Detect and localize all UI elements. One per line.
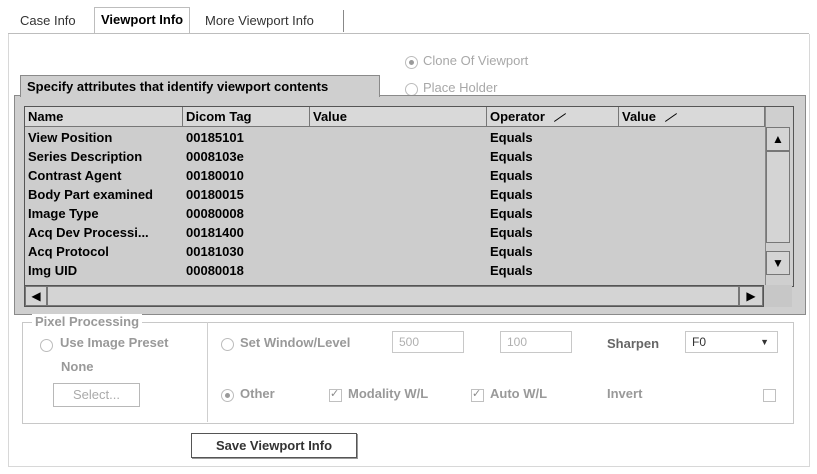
row-name-cell: Image Type <box>28 206 99 221</box>
level-input[interactable]: 100 <box>500 331 572 353</box>
column-header-name[interactable]: Name <box>25 107 183 127</box>
row-name-cell: View Position <box>28 130 113 145</box>
row-value-2-cell <box>622 185 762 204</box>
row-dicom-tag-cell: 00185101 <box>186 130 244 145</box>
row-value-cell <box>313 147 485 166</box>
auto-wl-label: Auto W/L <box>490 386 548 401</box>
row-name-cell: Body Part examined <box>28 187 153 202</box>
sharpen-label: Sharpen <box>607 336 660 351</box>
column-header-value-2-label: Value <box>622 109 656 124</box>
row-value-cell <box>313 166 485 185</box>
sharpen-select-value: F0 <box>692 335 707 349</box>
place-holder-label: Place Holder <box>423 80 498 95</box>
table-row[interactable]: View Position 00185101 Equals <box>25 128 765 147</box>
other-radio[interactable] <box>221 389 234 402</box>
scroll-left-arrow-icon[interactable]: ◀ <box>25 286 47 306</box>
row-name-cell: Acq Protocol <box>28 244 109 259</box>
row-name-cell: Series Description <box>28 149 143 164</box>
preset-value: None <box>61 359 94 374</box>
row-value-cell <box>313 261 485 280</box>
tab-viewport-info[interactable]: Viewport Info <box>94 7 191 34</box>
tab-divider <box>343 10 344 32</box>
row-operator-cell: Equals <box>490 149 533 164</box>
use-image-preset-label: Use Image Preset <box>60 335 169 350</box>
vertical-scroll-thumb[interactable] <box>766 151 790 243</box>
chevron-down-icon: ▼ <box>760 337 769 347</box>
row-dicom-tag-cell: 0008103e <box>186 149 244 164</box>
attributes-group-title: Specify attributes that identify viewpor… <box>20 75 380 97</box>
row-dicom-tag-cell: 00180010 <box>186 168 244 183</box>
column-header-value-2[interactable]: Value <box>619 107 765 127</box>
select-preset-button[interactable]: Select... <box>53 383 140 407</box>
row-value-2-cell <box>622 166 762 185</box>
modality-wl-checkbox[interactable] <box>329 387 342 402</box>
row-name-cell: Contrast Agent <box>28 168 122 183</box>
table-row[interactable]: Image Type 00080008 Equals <box>25 204 765 223</box>
set-window-level-radio[interactable] <box>221 338 234 351</box>
row-dicom-tag-cell: 00080018 <box>186 263 244 278</box>
row-operator-cell: Equals <box>490 168 533 183</box>
table-row[interactable]: Acq Protocol 00181030 Equals <box>25 242 765 261</box>
other-label: Other <box>240 386 275 401</box>
table-row[interactable]: Contrast Agent 00180010 Equals <box>25 166 765 185</box>
horizontal-scroll-thumb[interactable] <box>47 286 739 306</box>
save-viewport-info-button[interactable]: Save Viewport Info <box>191 433 357 458</box>
row-operator-cell: Equals <box>490 130 533 145</box>
table-row[interactable]: Series Description 0008103e Equals <box>25 147 765 166</box>
row-value-2-cell <box>622 261 762 280</box>
row-dicom-tag-cell: 00080008 <box>186 206 244 221</box>
row-value-2-cell <box>622 128 762 147</box>
modality-wl-label: Modality W/L <box>348 386 429 401</box>
row-value-cell <box>313 185 485 204</box>
row-operator-cell: Equals <box>490 263 533 278</box>
clone-of-viewport-label: Clone Of Viewport <box>423 53 529 68</box>
row-name-cell: Acq Dev Processi... <box>28 225 149 240</box>
use-image-preset-radio[interactable] <box>40 339 53 352</box>
row-value-2-cell <box>622 147 762 166</box>
column-header-operator-label: Operator <box>490 109 545 124</box>
table-row[interactable]: Img UID 00080018 Equals <box>25 261 765 280</box>
column-header-operator[interactable]: Operator <box>487 107 619 127</box>
row-value-2-cell <box>622 242 762 261</box>
pixel-processing-divider <box>207 322 208 422</box>
invert-label: Invert <box>607 386 643 401</box>
row-value-cell <box>313 223 485 242</box>
scroll-down-arrow-icon[interactable]: ▼ <box>766 251 790 275</box>
auto-wl-checkbox[interactable] <box>471 387 484 402</box>
edit-pencil-icon <box>553 113 566 122</box>
sharpen-select[interactable]: F0 ▼ <box>685 331 778 353</box>
scroll-up-arrow-icon[interactable]: ▲ <box>766 127 790 151</box>
row-value-cell <box>313 204 485 223</box>
row-operator-cell: Equals <box>490 244 533 259</box>
horizontal-scrollbar[interactable]: ◀ ▶ <box>24 285 764 307</box>
column-header-value[interactable]: Value <box>310 107 487 127</box>
window-input[interactable]: 500 <box>392 331 464 353</box>
scroll-corner <box>764 285 792 307</box>
column-header-dicom-tag[interactable]: Dicom Tag <box>183 107 310 127</box>
row-value-cell <box>313 242 485 261</box>
row-value-2-cell <box>622 204 762 223</box>
edit-pencil-icon <box>664 113 677 122</box>
pixel-processing-title: Pixel Processing <box>32 314 143 329</box>
row-dicom-tag-cell: 00181030 <box>186 244 244 259</box>
row-operator-cell: Equals <box>490 187 533 202</box>
tab-case-info[interactable]: Case Info <box>14 10 82 32</box>
row-value-cell <box>313 128 485 147</box>
row-operator-cell: Equals <box>490 206 533 221</box>
row-operator-cell: Equals <box>490 225 533 240</box>
row-value-2-cell <box>622 223 762 242</box>
vertical-scrollbar[interactable]: ▲ ▼ <box>765 107 792 286</box>
set-window-level-label: Set Window/Level <box>240 335 351 350</box>
clone-of-viewport-radio[interactable] <box>405 56 418 69</box>
table-row[interactable]: Acq Dev Processi... 00181400 Equals <box>25 223 765 242</box>
attributes-table: Name Dicom Tag Value Operator Value View… <box>24 106 794 287</box>
row-dicom-tag-cell: 00181400 <box>186 225 244 240</box>
invert-checkbox[interactable] <box>763 389 776 402</box>
scroll-right-arrow-icon[interactable]: ▶ <box>739 286 763 306</box>
tab-more-viewport-info[interactable]: More Viewport Info <box>199 10 320 32</box>
table-row[interactable]: Body Part examined 00180015 Equals <box>25 185 765 204</box>
row-dicom-tag-cell: 00180015 <box>186 187 244 202</box>
row-name-cell: Img UID <box>28 263 78 278</box>
